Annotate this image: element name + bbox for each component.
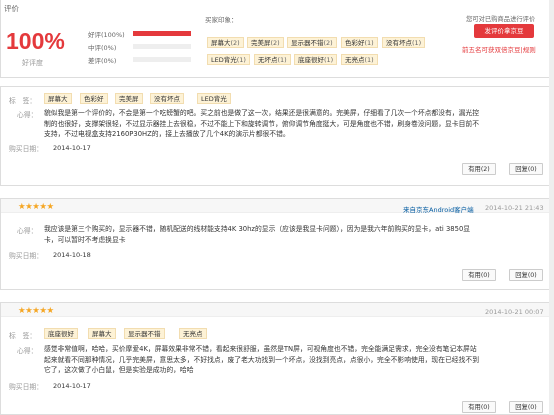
useful-button[interactable]: 有用(0) — [462, 401, 496, 413]
post-review-button[interactable]: 发评价拿京豆 — [474, 24, 534, 38]
comment-tag[interactable]: 无亮点 — [179, 328, 207, 339]
impression-tag[interactable]: 完美屏(2) — [247, 37, 284, 48]
impression-tag[interactable]: 显示器不错(2) — [287, 37, 337, 48]
useful-button[interactable]: 有用(0) — [462, 269, 496, 281]
comment-tag[interactable]: 屏幕大 — [88, 328, 116, 339]
reply-button[interactable]: 回复(0) — [509, 163, 543, 175]
comment-tag[interactable]: 显示器不错 — [124, 328, 165, 339]
reward-link[interactable]: 前五名可获双倍京豆|规则 — [462, 44, 536, 54]
star-rating: ★★★★★ — [18, 306, 54, 316]
star-rating: ★★★★★ — [18, 202, 54, 212]
comment-2: ★★★★★ 来自京东Android客户端 2014-10-21 21:43 心得… — [0, 198, 554, 290]
score-label: 好评度 — [22, 59, 43, 67]
section-title: 评价 — [4, 4, 19, 13]
comment-3: ★★★★★ 2014-10-21 00:07 标 签： 底座很好 屏幕大 显示器… — [0, 302, 554, 415]
rate-bar — [133, 57, 191, 62]
comment-1: 标 签： 屏幕大 色彩好 完美屏 没有坏点 LED背光 心得： 貌似我是第一个评… — [0, 86, 554, 186]
comment-text: 貌似我是第一个评价的，不会是第一个吃螃蟹的吧。买之前也是做了这一次，结果还是很满… — [44, 109, 479, 138]
comment-time: 2014-10-21 00:07 — [485, 308, 544, 316]
comment-tag[interactable]: LED背光 — [197, 93, 231, 104]
useful-button[interactable]: 有用(2) — [462, 163, 496, 175]
impression-tag[interactable]: 屏幕大(2) — [207, 37, 244, 48]
rate-bar — [133, 44, 191, 49]
rate-row-good: 好评(100%) — [88, 29, 191, 39]
purchase-date: 2014-10-17 — [53, 144, 91, 152]
impression-tag[interactable]: 没有坏点(1) — [382, 37, 426, 48]
reply-button[interactable]: 回复(0) — [509, 269, 543, 281]
comment-tag[interactable]: 完美屏 — [115, 93, 143, 104]
impression-tag[interactable]: 色彩好(1) — [341, 37, 378, 48]
device-source-link[interactable]: 来自京东Android客户端 — [403, 204, 474, 214]
comment-tag[interactable]: 没有坏点 — [150, 93, 184, 104]
rate-fill — [133, 31, 191, 36]
impression-tag[interactable]: LED背光(1) — [207, 54, 250, 65]
reply-button[interactable]: 回复(0) — [509, 401, 543, 413]
comment-time: 2014-10-21 21:43 — [485, 204, 544, 212]
impression-tag[interactable]: 底座很好(1) — [294, 54, 338, 65]
impressions-title: 买家印象： — [205, 16, 238, 24]
page-scrollbar[interactable] — [549, 0, 554, 415]
comment-tag[interactable]: 色彩好 — [80, 93, 108, 104]
impression-tag[interactable]: 无坏点(1) — [254, 54, 291, 65]
impression-tag[interactable]: 无亮点(1) — [341, 54, 378, 65]
purchase-date: 2014-10-18 — [53, 251, 91, 259]
rate-row-medium: 中评(0%) — [88, 42, 191, 52]
comment-text: 感觉非常值啊，哈哈，买价摩爱4K，屏幕效果非常不错，看起来很舒服，虽然是TN屏，… — [44, 345, 479, 374]
comment-tag[interactable]: 屏幕大 — [44, 93, 72, 104]
rate-bar — [133, 31, 191, 36]
comment-tag[interactable]: 底座很好 — [44, 328, 78, 339]
purchase-date: 2014-10-17 — [53, 382, 91, 390]
side-hint: 您可对已购商品进行评价 — [466, 16, 536, 23]
rate-row-bad: 差评(0%) — [88, 55, 191, 65]
score-percent: 100% — [6, 28, 65, 54]
comment-text: 我应该是第三个购买的，显示器不错，随机配送的线材能支持4K 30hz的显示（应该… — [44, 225, 471, 244]
